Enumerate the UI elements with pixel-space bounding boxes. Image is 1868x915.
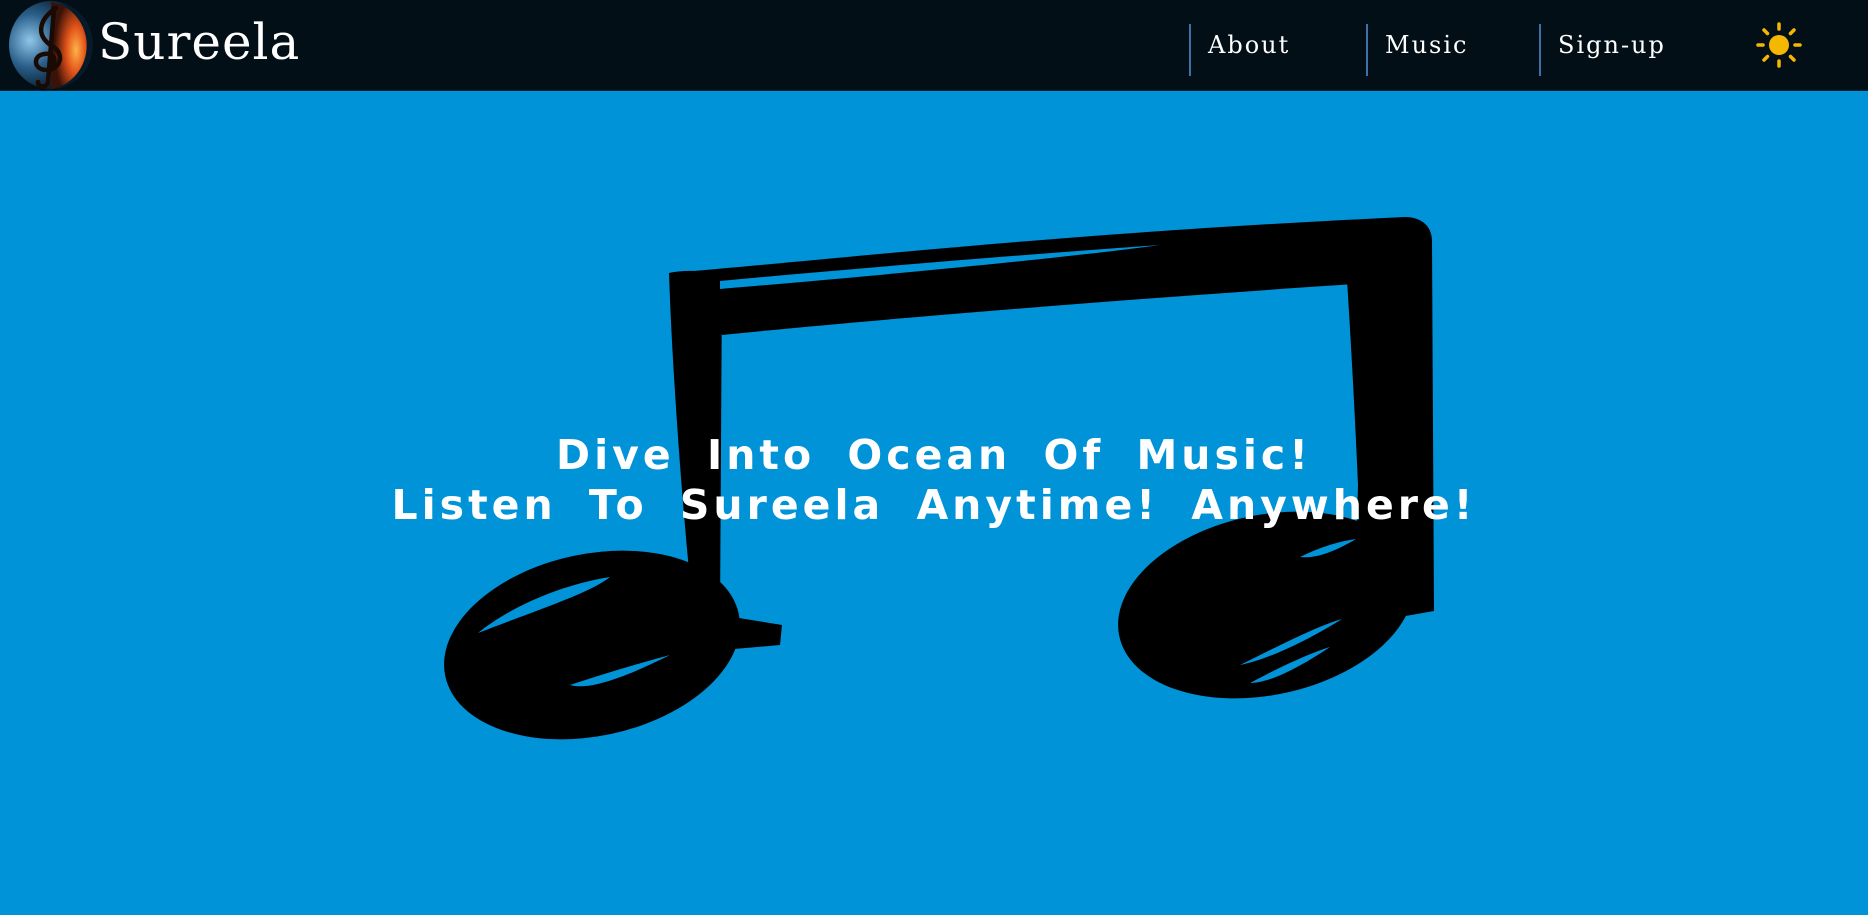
treble-clef-logo-icon[interactable] bbox=[8, 0, 94, 90]
hero-line-1: Dive Into Ocean Of Music! bbox=[556, 431, 1312, 479]
navbar: Sureela About Music Sign-up bbox=[0, 0, 1868, 91]
nav-link-sign-up[interactable]: Sign-up bbox=[1539, 24, 1699, 76]
sun-icon[interactable] bbox=[1756, 22, 1802, 68]
brand-name[interactable]: Sureela bbox=[98, 10, 300, 74]
hero-line-2: Listen To Sureela Anytime! Anywhere! bbox=[391, 481, 1477, 529]
nav-link-music[interactable]: Music bbox=[1366, 24, 1538, 76]
hero-tagline: Dive Into Ocean Of Music! Listen To Sure… bbox=[0, 430, 1868, 530]
nav-link-about[interactable]: About bbox=[1189, 24, 1365, 76]
